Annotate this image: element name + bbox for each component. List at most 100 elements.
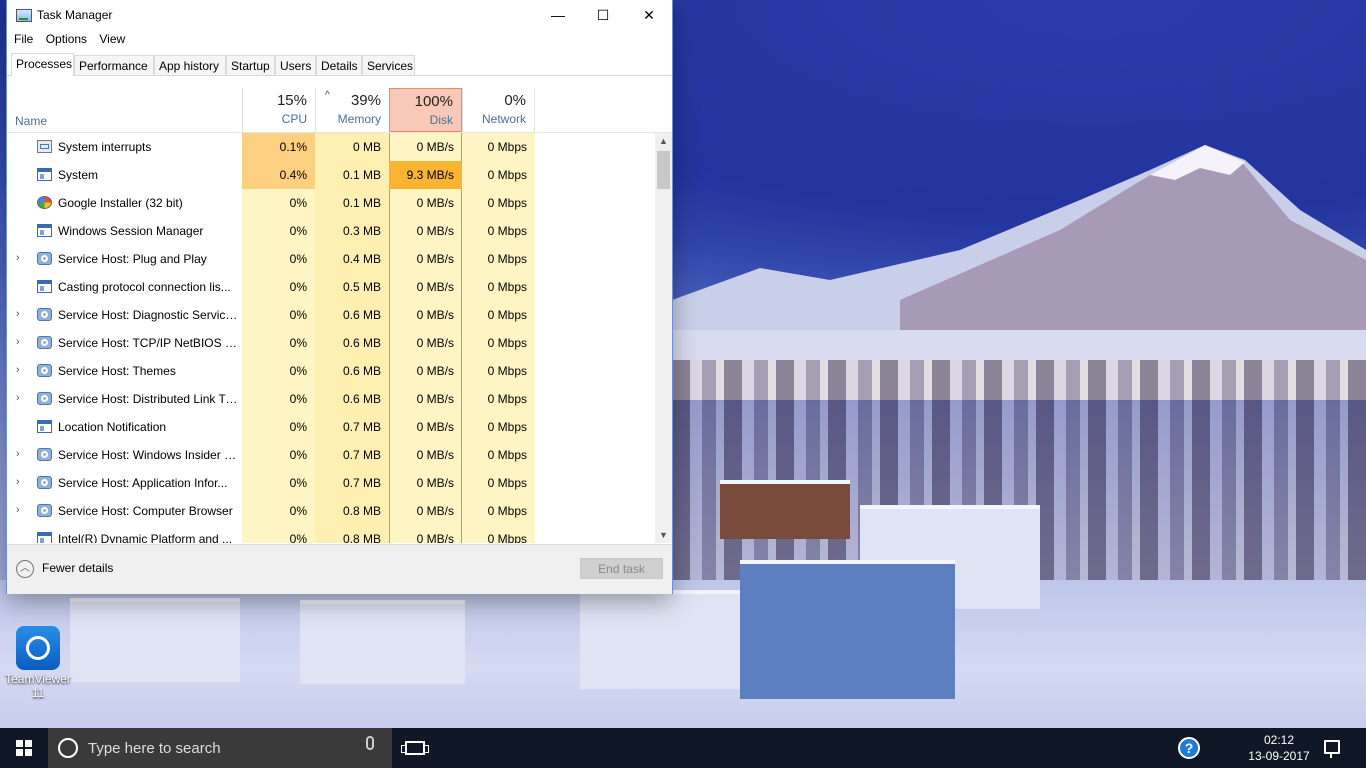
table-row[interactable]: › Service Host: Windows Insider S... 0% 0.7…: [7, 441, 655, 469]
tab-performance[interactable]: Performance: [74, 55, 154, 75]
expand-chevron-icon[interactable]: ›: [16, 252, 20, 264]
start-button[interactable]: [0, 728, 48, 768]
memory-cell: 0.5 MB: [342, 280, 381, 294]
table-row[interactable]: › Service Host: Plug and Play 0% 0.4 MB 0 MB…: [7, 245, 655, 273]
memory-cell: 0.6 MB: [342, 392, 381, 406]
expand-chevron-icon[interactable]: ›: [16, 336, 20, 348]
vertical-scrollbar[interactable]: ▲ ▼: [655, 133, 672, 543]
table-row[interactable]: Intel(R) Dynamic Platform and ... 0% 0.8 M…: [7, 525, 655, 543]
desktop-icon-label: TeamViewer 11: [5, 672, 71, 700]
expand-chevron-icon[interactable]: ›: [16, 392, 20, 404]
table-row[interactable]: › Service Host: Computer Browser 0% 0.8 MB 0…: [7, 497, 655, 525]
table-row[interactable]: › Service Host: Distributed Link Tr... 0% 0…: [7, 385, 655, 413]
expand-chevron-icon[interactable]: ›: [16, 504, 20, 516]
table-header: Name 15% CPU 39% Memory 100% Disk 0% Net…: [7, 88, 672, 133]
window-icon: [37, 280, 52, 293]
end-task-button[interactable]: End task: [580, 558, 663, 579]
task-view-icon[interactable]: [401, 741, 429, 755]
table-row[interactable]: Location Notification 0% 0.7 MB 0 MB/s 0 Mbp…: [7, 413, 655, 441]
cpu-cell: 0%: [289, 420, 307, 434]
process-name: Intel(R) Dynamic Platform and ...: [58, 532, 233, 543]
clock[interactable]: 02:12 13-09-2017: [1238, 732, 1320, 764]
process-name: Service Host: Distributed Link Tr...: [58, 392, 238, 406]
network-cell: 0 Mbps: [487, 476, 527, 490]
chevron-up-icon[interactable]: ︿: [16, 560, 34, 578]
action-center-icon[interactable]: [1324, 740, 1340, 758]
process-name: Casting protocol connection lis...: [58, 280, 231, 294]
task-manager-window: Task Manager — ☐ ✕ File Options View Pro…: [7, 0, 672, 594]
memory-cell: 0.7 MB: [342, 420, 381, 434]
disk-cell: 9.3 MB/s: [389, 161, 462, 189]
tab-users[interactable]: Users: [275, 55, 316, 75]
process-name: Service Host: Windows Insider S...: [58, 448, 238, 462]
wallpaper-building: [580, 590, 740, 689]
disk-cell: 0 MB/s: [416, 196, 454, 210]
gear-icon: [37, 476, 52, 489]
cpu-cell: 0%: [289, 532, 307, 543]
microphone-icon[interactable]: [366, 736, 374, 750]
column-header-network[interactable]: 0% Network: [462, 88, 535, 132]
table-row[interactable]: System interrupts 0.1% 0 MB 0 MB/s 0 Mbps: [7, 133, 655, 161]
minimize-button[interactable]: —: [535, 0, 581, 30]
table-row[interactable]: Google Installer (32 bit) 0% 0.1 MB 0 MB/s 0…: [7, 189, 655, 217]
teamviewer-icon: [16, 626, 60, 670]
process-name: Service Host: Computer Browser: [58, 504, 233, 518]
process-name: System interrupts: [58, 140, 152, 154]
tab-startup[interactable]: Startup: [226, 55, 275, 75]
wallpaper-building: [720, 480, 850, 539]
title-bar[interactable]: Task Manager — ☐ ✕: [7, 0, 672, 30]
table-row[interactable]: › Service Host: TCP/IP NetBIOS H... 0% 0.6 …: [7, 329, 655, 357]
close-button[interactable]: ✕: [626, 0, 672, 30]
process-name: Location Notification: [58, 420, 167, 434]
disk-cell: 0 MB/s: [416, 504, 454, 518]
fewer-details-link[interactable]: Fewer details: [42, 561, 113, 575]
sort-caret-icon: ^: [325, 90, 330, 101]
tab-details[interactable]: Details: [316, 55, 362, 75]
search-box[interactable]: Type here to search: [48, 728, 392, 768]
disk-cell: 0 MB/s: [416, 252, 454, 266]
network-cell: 0 Mbps: [487, 420, 527, 434]
desktop-icon-teamviewer[interactable]: TeamViewer 11: [2, 622, 74, 700]
process-name: Service Host: Diagnostic Service...: [58, 308, 238, 322]
scroll-down-icon[interactable]: ▼: [655, 527, 672, 543]
scroll-thumb[interactable]: [657, 151, 670, 189]
menu-bar: File Options View: [7, 32, 127, 50]
menu-view[interactable]: View: [99, 32, 125, 46]
gear-icon: [37, 336, 52, 349]
network-cell: 0 Mbps: [487, 224, 527, 238]
process-list: System interrupts 0.1% 0 MB 0 MB/s 0 Mbps Sys…: [7, 133, 655, 543]
wallpaper-building: [70, 598, 240, 682]
scroll-up-icon[interactable]: ▲: [655, 133, 672, 149]
tab-services[interactable]: Services: [362, 55, 415, 75]
cpu-cell: 0%: [289, 336, 307, 350]
window-icon: [37, 420, 52, 433]
table-row[interactable]: › Service Host: Diagnostic Service... 0% 0.…: [7, 301, 655, 329]
column-header-name[interactable]: Name: [15, 114, 47, 128]
search-placeholder: Type here to search: [88, 740, 221, 757]
memory-cell: 0.1 MB: [342, 196, 381, 210]
table-row[interactable]: › Service Host: Themes 0% 0.6 MB 0 MB/s 0 Mbp…: [7, 357, 655, 385]
clock-date: 13-09-2017: [1248, 749, 1310, 763]
table-row[interactable]: › Service Host: Application Infor... 0% 0.7…: [7, 469, 655, 497]
menu-file[interactable]: File: [14, 32, 33, 46]
menu-options[interactable]: Options: [46, 32, 87, 46]
expand-chevron-icon[interactable]: ›: [16, 308, 20, 320]
table-row[interactable]: Casting protocol connection lis... 0% 0.5 …: [7, 273, 655, 301]
tab-processes[interactable]: Processes: [11, 53, 74, 76]
table-row[interactable]: System 0.4% 0.1 MB 9.3 MB/s 0 Mbps: [7, 161, 655, 189]
network-cell: 0 Mbps: [487, 392, 527, 406]
expand-chevron-icon[interactable]: ›: [16, 364, 20, 376]
process-name: Service Host: TCP/IP NetBIOS H...: [58, 336, 238, 350]
window-icon: [37, 224, 52, 237]
table-row[interactable]: Windows Session Manager 0% 0.3 MB 0 MB/s 0 M…: [7, 217, 655, 245]
tab-app-history[interactable]: App history: [154, 55, 226, 75]
process-name: Windows Session Manager: [58, 224, 204, 238]
wallpaper-building: [740, 560, 955, 699]
maximize-button[interactable]: ☐: [580, 0, 626, 30]
expand-chevron-icon[interactable]: ›: [16, 476, 20, 488]
help-icon[interactable]: ?: [1178, 737, 1200, 759]
column-header-disk[interactable]: 100% Disk: [389, 88, 462, 132]
expand-chevron-icon[interactable]: ›: [16, 448, 20, 460]
disk-cell: 0 MB/s: [416, 448, 454, 462]
column-header-cpu[interactable]: 15% CPU: [242, 88, 315, 132]
